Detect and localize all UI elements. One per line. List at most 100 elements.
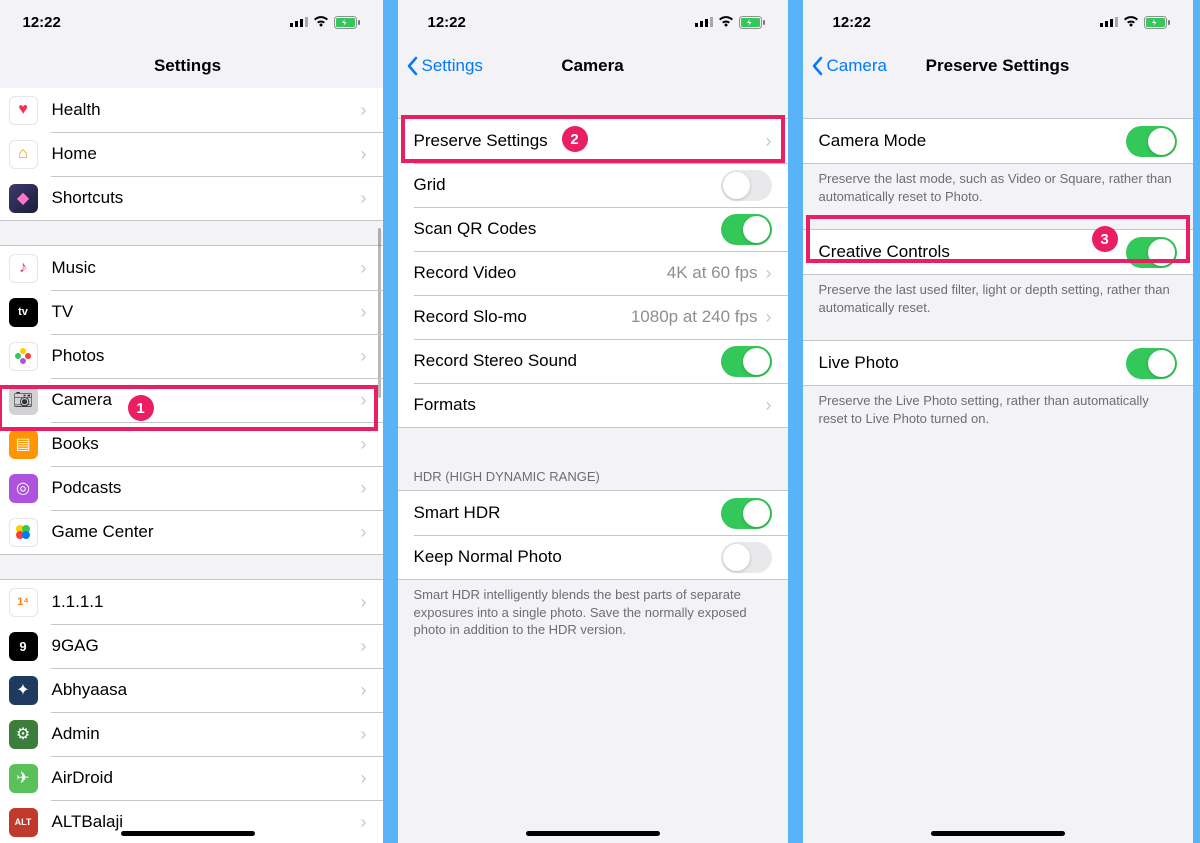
settings-row-tv[interactable]: tv TV ›	[0, 290, 383, 334]
footer-creative: Preserve the last used filter, light or …	[803, 275, 1193, 322]
back-button[interactable]: Camera	[811, 56, 887, 76]
chevron-right-icon: ›	[361, 144, 367, 165]
row-label: Books	[52, 434, 361, 454]
preserve-group-livephoto: Live Photo	[803, 340, 1193, 386]
settings-row-airdroid[interactable]: ✈ AirDroid ›	[0, 756, 383, 800]
chevron-right-icon: ›	[766, 395, 772, 416]
status-right	[290, 16, 361, 29]
settings-row-photos[interactable]: Photos ›	[0, 334, 383, 378]
chevron-right-icon: ›	[361, 390, 367, 411]
toggle-camera-mode[interactable]	[1126, 126, 1177, 157]
row-label: Home	[52, 144, 361, 164]
row-preserve-settings[interactable]: Preserve Settings ›	[398, 119, 788, 163]
chevron-left-icon	[811, 56, 823, 76]
row-scan-qr[interactable]: Scan QR Codes	[398, 207, 788, 251]
row-label: Music	[52, 258, 361, 278]
back-label: Camera	[827, 56, 887, 76]
app-icon: ✈	[9, 764, 38, 793]
row-label: Scan QR Codes	[414, 219, 721, 239]
signal-icon	[1100, 16, 1118, 28]
toggle-creative-controls[interactable]	[1126, 237, 1177, 268]
toggle-grid[interactable]	[721, 170, 772, 201]
row-record-slomo[interactable]: Record Slo-mo 1080p at 240 fps ›	[398, 295, 788, 339]
toggle-record-stereo[interactable]	[721, 346, 772, 377]
camera-group-1: Preserve Settings › Grid Scan QR Codes R…	[398, 118, 788, 428]
row-smart-hdr[interactable]: Smart HDR	[398, 491, 788, 535]
row-label: Creative Controls	[819, 242, 1126, 262]
status-bar: 12:22	[398, 0, 788, 44]
row-label: Smart HDR	[414, 503, 721, 523]
row-label: 9GAG	[52, 636, 361, 656]
row-keep-normal[interactable]: Keep Normal Photo	[398, 535, 788, 579]
section-header-hdr: HDR (HIGH DYNAMIC RANGE)	[398, 463, 788, 490]
row-label: Shortcuts	[52, 188, 361, 208]
chevron-right-icon: ›	[361, 724, 367, 745]
app-icon: ⚙	[9, 720, 38, 749]
wifi-icon	[313, 16, 329, 28]
home-indicator[interactable]	[931, 831, 1065, 836]
row-label: Camera Mode	[819, 131, 1126, 151]
settings-row-9gag[interactable]: 9 9GAG ›	[0, 624, 383, 668]
row-grid[interactable]: Grid	[398, 163, 788, 207]
settings-row-camera[interactable]: 📷︎ Camera ›	[0, 378, 383, 422]
settings-row-gamecenter[interactable]: Game Center ›	[0, 510, 383, 554]
toggle-smart-hdr[interactable]	[721, 498, 772, 529]
settings-row-home[interactable]: ⌂ Home ›	[0, 132, 383, 176]
row-camera-mode[interactable]: Camera Mode	[803, 119, 1193, 163]
status-time: 12:22	[23, 14, 61, 31]
app-icon: ✦	[9, 676, 38, 705]
chevron-right-icon: ›	[361, 636, 367, 657]
toggle-live-photo[interactable]	[1126, 348, 1177, 379]
settings-row-1111[interactable]: 1⁴ 1.1.1.1 ›	[0, 580, 383, 624]
toggle-keep-normal[interactable]	[721, 542, 772, 573]
settings-row-abhyaasa[interactable]: ✦ Abhyaasa ›	[0, 668, 383, 712]
row-live-photo[interactable]: Live Photo	[803, 341, 1193, 385]
row-label: Health	[52, 100, 361, 120]
page-title: Preserve Settings	[926, 56, 1070, 76]
preserve-group-creative: Creative Controls	[803, 229, 1193, 275]
chevron-right-icon: ›	[766, 263, 772, 284]
chevron-right-icon: ›	[361, 100, 367, 121]
signal-icon	[695, 16, 713, 28]
row-label: Grid	[414, 175, 721, 195]
phone-preserve-settings: 12:22 Camera Preserve Settings Camera Mo…	[803, 0, 1193, 843]
battery-icon	[739, 16, 766, 29]
camera-group-hdr: Smart HDR Keep Normal Photo	[398, 490, 788, 580]
home-indicator[interactable]	[526, 831, 660, 836]
row-label: Record Video	[414, 263, 667, 283]
footer-camera-mode: Preserve the last mode, such as Video or…	[803, 164, 1193, 211]
home-indicator[interactable]	[121, 831, 255, 836]
chevron-right-icon: ›	[361, 812, 367, 833]
nav-header: Camera Preserve Settings	[803, 44, 1193, 88]
wifi-icon	[718, 16, 734, 28]
row-label: 1.1.1.1	[52, 592, 361, 612]
row-label: Photos	[52, 346, 361, 366]
toggle-scan-qr[interactable]	[721, 214, 772, 245]
chevron-right-icon: ›	[766, 307, 772, 328]
photos-icon	[9, 342, 38, 371]
settings-row-health[interactable]: ♥ Health ›	[0, 88, 383, 132]
row-label: Camera	[52, 390, 361, 410]
row-label: Preserve Settings	[414, 131, 766, 151]
settings-row-altbalaji[interactable]: ALT ALTBalaji ›	[0, 800, 383, 843]
chevron-right-icon: ›	[361, 478, 367, 499]
row-creative-controls[interactable]: Creative Controls	[803, 230, 1193, 274]
settings-row-books[interactable]: ▤ Books ›	[0, 422, 383, 466]
status-bar: 12:22	[0, 0, 383, 44]
row-record-video[interactable]: Record Video 4K at 60 fps ›	[398, 251, 788, 295]
page-title: Camera	[561, 56, 623, 76]
settings-row-admin[interactable]: ⚙ Admin ›	[0, 712, 383, 756]
row-label: ALTBalaji	[52, 812, 361, 832]
settings-row-music[interactable]: ♪ Music ›	[0, 246, 383, 290]
row-record-stereo[interactable]: Record Stereo Sound	[398, 339, 788, 383]
app-icon: ALT	[9, 808, 38, 837]
phone-camera-settings: 12:22 Settings Camera Preserve Settings …	[398, 0, 788, 843]
status-bar: 12:22	[803, 0, 1193, 44]
preserve-group-cameramode: Camera Mode	[803, 118, 1193, 164]
back-button[interactable]: Settings	[406, 56, 483, 76]
row-formats[interactable]: Formats ›	[398, 383, 788, 427]
row-label: Formats	[414, 395, 766, 415]
settings-row-shortcuts[interactable]: ◆ Shortcuts ›	[0, 176, 383, 220]
settings-row-podcasts[interactable]: ◎ Podcasts ›	[0, 466, 383, 510]
back-label: Settings	[422, 56, 483, 76]
